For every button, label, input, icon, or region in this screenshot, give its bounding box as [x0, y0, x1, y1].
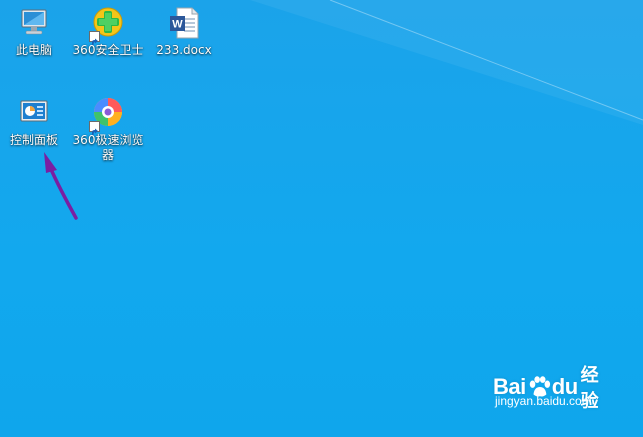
- desktop[interactable]: 此电脑 360安全卫士 W 233.docx 控制面板 360极速浏览器 Bai…: [0, 0, 643, 437]
- icon-label: 360极速浏览器: [72, 133, 144, 162]
- desktop-icon-233-docx[interactable]: W 233.docx: [146, 6, 222, 58]
- icon-label: 233.docx: [156, 43, 212, 57]
- control-panel-icon: [17, 96, 51, 130]
- icon-label: 此电脑: [15, 43, 52, 57]
- computer-icon: [17, 6, 51, 40]
- shortcut-arrow-icon: [89, 31, 100, 45]
- desktop-icon-360-browser[interactable]: 360极速浏览器: [70, 96, 146, 163]
- watermark-url: jingyan.baidu.com: [495, 394, 592, 408]
- 360-browser-icon: [89, 96, 125, 135]
- shortcut-arrow-icon: [89, 121, 100, 135]
- word-document-icon: W: [167, 6, 201, 40]
- icon-label: 控制面板: [9, 133, 58, 147]
- baidu-jingyan-watermark: Bai du 经验 jingyan.baidu.com: [493, 361, 613, 423]
- icon-label: 360安全卫士: [72, 43, 144, 57]
- desktop-icon-control-panel[interactable]: 控制面板: [0, 96, 72, 148]
- desktop-icon-this-pc[interactable]: 此电脑: [0, 6, 72, 58]
- desktop-icon-360-security[interactable]: 360安全卫士: [70, 6, 146, 58]
- 360-security-icon: [89, 6, 125, 45]
- svg-text:W: W: [172, 19, 183, 31]
